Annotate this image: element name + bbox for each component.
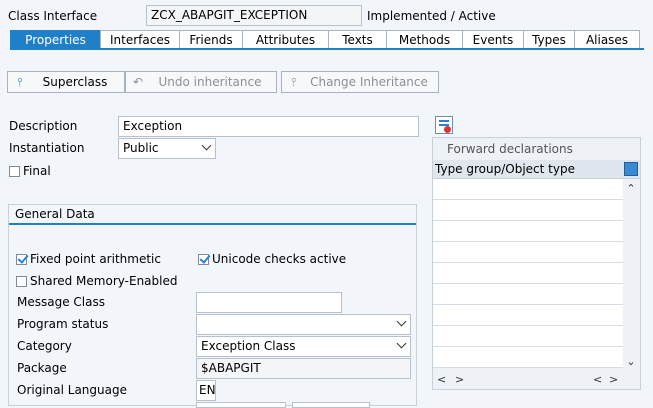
checkbox-box: [16, 275, 27, 287]
tab-methods[interactable]: Methods: [386, 30, 463, 48]
fixed-point-label: Fixed point arithmetic: [30, 252, 161, 266]
forward-declarations-panel: Forward declarations Type group/Object t…: [432, 137, 641, 390]
column-settings-icon[interactable]: [624, 162, 638, 176]
horizontal-scrollbar[interactable]: < > < >: [433, 373, 623, 387]
table-row[interactable]: [433, 263, 623, 284]
table-row[interactable]: [433, 305, 623, 326]
chevron-up-icon[interactable]: ⌃: [624, 182, 638, 195]
undo-icon: ↶: [132, 75, 144, 89]
instantiation-label: Instantiation: [9, 141, 85, 155]
tab-properties[interactable]: Properties: [10, 30, 101, 48]
change-inheritance-label: Change Inheritance: [310, 75, 428, 89]
undo-inheritance-button[interactable]: ↶ Undo inheritance: [125, 71, 277, 93]
category-select[interactable]: Exception Class: [196, 336, 411, 357]
final-checkbox[interactable]: Final: [9, 164, 51, 178]
table-row[interactable]: [433, 179, 623, 200]
shared-memory-checkbox[interactable]: Shared Memory-Enabled: [16, 274, 177, 288]
hierarchy-icon: ⫯: [291, 74, 297, 89]
category-label: Category: [17, 339, 72, 353]
tab-texts[interactable]: Texts: [328, 30, 387, 48]
tab-friends[interactable]: Friends: [179, 30, 243, 48]
chevron-down-icon: [396, 338, 407, 349]
tab-interfaces[interactable]: Interfaces: [100, 30, 180, 48]
table-row[interactable]: [433, 242, 623, 263]
checkbox-box: [198, 253, 209, 265]
tab-bar: Properties Interfaces Friends Attributes…: [10, 30, 644, 50]
description-label: Description: [9, 119, 78, 133]
table-row[interactable]: [433, 347, 623, 368]
category-value: Exception Class: [201, 339, 296, 353]
description-field[interactable]: Exception: [118, 116, 419, 137]
forward-table-body: [433, 179, 623, 368]
chevron-down-icon: [201, 140, 212, 151]
chevron-left-icon[interactable]: <: [593, 373, 602, 386]
group-title: General Data: [9, 205, 416, 225]
chevron-down-icon[interactable]: ⌄: [624, 355, 638, 368]
program-status-label: Program status: [17, 317, 109, 331]
undo-inheritance-label: Undo inheritance: [158, 75, 262, 89]
superclass-label: Superclass: [42, 75, 108, 89]
class-name-field[interactable]: ZCX_ABAPGIT_EXCEPTION: [146, 5, 362, 26]
table-row[interactable]: [433, 326, 623, 347]
change-inheritance-button[interactable]: ⫯ Change Inheritance: [281, 71, 439, 93]
instantiation-select[interactable]: Public: [118, 138, 216, 159]
unicode-label: Unicode checks active: [212, 252, 347, 266]
tab-events[interactable]: Events: [462, 30, 524, 48]
vertical-scrollbar[interactable]: ⌃ ⌄: [624, 182, 638, 368]
message-class-field[interactable]: [196, 292, 342, 313]
hierarchy-icon: ⫯: [17, 74, 23, 89]
package-label: Package: [17, 361, 67, 375]
chevron-right-icon[interactable]: >: [609, 373, 618, 386]
checkbox-box: [9, 165, 20, 177]
original-language-label: Original Language: [17, 383, 127, 397]
instantiation-value: Public: [123, 141, 159, 155]
table-row[interactable]: [433, 200, 623, 221]
superclass-button[interactable]: ⫯ Superclass: [7, 71, 125, 93]
tab-aliases[interactable]: Aliases: [574, 30, 640, 48]
package-field[interactable]: $ABAPGIT: [196, 358, 411, 379]
table-row[interactable]: [433, 284, 623, 305]
message-class-label: Message Class: [17, 295, 105, 309]
forward-declarations-icon[interactable]: [435, 116, 453, 134]
table-row[interactable]: [433, 221, 623, 242]
shared-memory-label: Shared Memory-Enabled: [30, 274, 178, 288]
checkbox-box: [16, 253, 27, 265]
hidden-field[interactable]: [196, 402, 286, 408]
table-header: Type group/Object type: [433, 160, 640, 179]
tab-types[interactable]: Types: [523, 30, 575, 48]
tab-attributes[interactable]: Attributes: [242, 30, 329, 48]
chevron-down-icon: [396, 316, 407, 327]
class-interface-label: Class Interface: [8, 9, 98, 23]
final-label: Final: [23, 164, 51, 178]
program-status-select[interactable]: [196, 314, 411, 335]
chevron-right-icon[interactable]: >: [455, 373, 464, 386]
chevron-left-icon[interactable]: <: [437, 373, 446, 386]
hidden-field[interactable]: [292, 402, 370, 408]
original-language-field[interactable]: EN: [196, 380, 216, 401]
unicode-checkbox[interactable]: Unicode checks active: [198, 252, 346, 266]
fixed-point-checkbox[interactable]: Fixed point arithmetic: [16, 252, 161, 266]
forward-declarations-title: Forward declarations: [447, 142, 573, 156]
status-text: Implemented / Active: [367, 9, 496, 23]
column-header: Type group/Object type: [435, 162, 575, 176]
